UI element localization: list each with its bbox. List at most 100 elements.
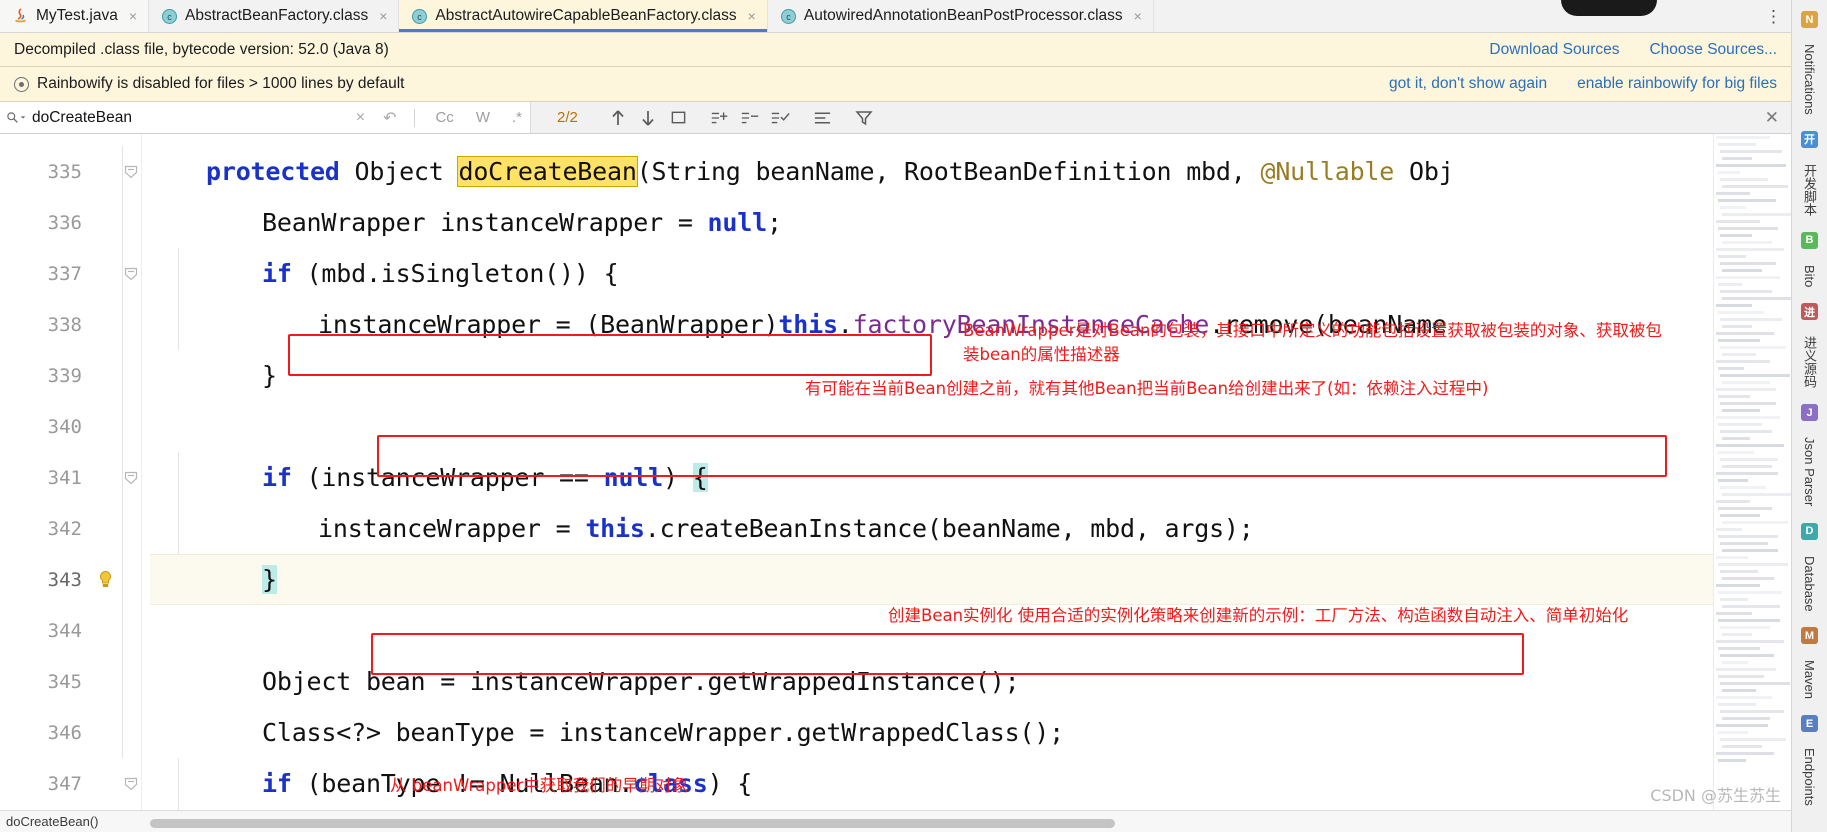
- minimap-line: [1716, 752, 1774, 755]
- code-token: .createBeanInstance(beanName, mbd, args)…: [644, 514, 1254, 543]
- close-tab-icon[interactable]: ×: [129, 9, 137, 23]
- ide-window: MyTest.java × c AbstractBeanFactory.class × c…: [0, 0, 1827, 832]
- breadcrumb[interactable]: doCreateBean(): [6, 814, 99, 829]
- find-input-wrapper[interactable]: doCreateBean × ↶ Cc W .*: [0, 102, 530, 133]
- svg-text:c: c: [786, 12, 791, 22]
- find-toolbar: doCreateBean × ↶ Cc W .* 2/2 ✕: [0, 102, 1791, 134]
- line-number: 342: [47, 517, 82, 540]
- gutter-line[interactable]: 339: [0, 350, 150, 401]
- in-selection-icon[interactable]: [765, 102, 795, 133]
- tab-overflow-menu-icon[interactable]: ⋮: [1765, 7, 1783, 27]
- gutter-line[interactable]: 338: [0, 299, 150, 350]
- minimap-line: [1716, 556, 1748, 559]
- editor-gutter[interactable]: 3353363373383393403413423433443453463473…: [0, 134, 150, 810]
- find-history-icon[interactable]: ↶: [377, 102, 402, 133]
- editor-tab-3[interactable]: c AbstractAutowireCapableBeanFactory.clas…: [399, 0, 768, 32]
- add-occurrence-icon[interactable]: [705, 102, 735, 133]
- close-icon[interactable]: ✕: [1753, 102, 1791, 133]
- gutter-line[interactable]: 347: [0, 758, 150, 809]
- horizontal-scrollbar[interactable]: [150, 819, 1707, 828]
- sidebar-item-label: Bito: [1802, 264, 1817, 288]
- sidebar-item-endpoints[interactable]: E Endpoints: [1801, 708, 1818, 815]
- gutter-line[interactable]: 344: [0, 605, 150, 656]
- choose-sources-link[interactable]: Choose Sources...: [1649, 41, 1777, 59]
- gutter-line[interactable]: 346: [0, 707, 150, 758]
- sidebar-item-notifications[interactable]: N Notifications: [1801, 4, 1818, 124]
- code-line[interactable]: instanceWrapper = this .createBeanInstanc…: [318, 503, 1254, 554]
- gutter-line[interactable]: 336: [0, 197, 150, 248]
- indent-guide: [178, 758, 179, 810]
- sidebar-item-bito[interactable]: B Bito: [1801, 225, 1818, 296]
- download-sources-link[interactable]: Download Sources: [1489, 41, 1619, 59]
- sidebar-item-maven[interactable]: M Maven: [1801, 620, 1818, 708]
- minimap-line: [1716, 164, 1786, 167]
- got-it-link[interactable]: got it, don't show again: [1389, 75, 1547, 93]
- sidebar-item-json-parser[interactable]: J Json Parser: [1801, 397, 1818, 515]
- arrow-down-icon[interactable]: [633, 102, 663, 133]
- find-input[interactable]: doCreateBean: [32, 109, 344, 127]
- regex-option[interactable]: .*: [504, 102, 530, 133]
- minimap-line: [1722, 717, 1770, 720]
- minimap-line: [1716, 668, 1776, 671]
- code-token: Object: [354, 157, 459, 186]
- rainbowify-banner-text: Rainbowify is disabled for files > 1000 …: [37, 75, 405, 92]
- line-number: 347: [47, 772, 82, 795]
- minimap-line: [1722, 437, 1750, 440]
- code-line[interactable]: Object bean = instanceWrapper.getWrapped…: [262, 656, 1020, 707]
- editor-tab-4[interactable]: c AutowiredAnnotationBeanPostProcessor.cl…: [767, 0, 1154, 32]
- code-token: Class<?> beanType = instanceWrapper.getW…: [262, 718, 1064, 747]
- preview-results-icon[interactable]: [807, 102, 837, 133]
- minimap-line: [1718, 367, 1744, 370]
- gutter-line[interactable]: 335: [0, 146, 150, 197]
- gutter-line[interactable]: 343: [0, 554, 150, 605]
- match-count: 2/2: [557, 109, 578, 126]
- close-tab-icon[interactable]: ×: [1134, 9, 1142, 23]
- gutter-line[interactable]: 345: [0, 656, 150, 707]
- line-number: 338: [47, 313, 82, 336]
- select-all-occurrences-icon[interactable]: [663, 102, 693, 133]
- decompiled-notification-banner: Decompiled .class file, bytecode version…: [0, 33, 1791, 67]
- code-line[interactable]: }: [262, 554, 277, 605]
- code-line[interactable]: if (mbd.isSingleton()) {: [262, 248, 619, 299]
- clear-search-icon[interactable]: ×: [350, 102, 371, 133]
- filter-icon[interactable]: [849, 102, 879, 133]
- code-line[interactable]: if (instanceWrapper == null) {: [262, 452, 708, 503]
- screen-notch: [1561, 0, 1657, 16]
- intention-bulb-icon[interactable]: [92, 570, 118, 589]
- gutter-line[interactable]: 340: [0, 401, 150, 452]
- code-line[interactable]: Class<?> beanType = instanceWrapper.getW…: [262, 707, 1064, 758]
- line-number: 340: [47, 415, 82, 438]
- line-number: 343: [47, 568, 82, 591]
- enable-rainbowify-link[interactable]: enable rainbowify for big files: [1577, 75, 1777, 93]
- editor-tab-2[interactable]: c AbstractBeanFactory.class ×: [149, 0, 400, 32]
- gutter-line[interactable]: 341: [0, 452, 150, 503]
- gutter-line[interactable]: 337: [0, 248, 150, 299]
- arrow-up-icon[interactable]: [603, 102, 633, 133]
- sidebar-item-database[interactable]: D Database: [1801, 516, 1818, 621]
- code-content[interactable]: protected Object doCreateBean (String bea…: [150, 134, 1791, 810]
- editor-minimap[interactable]: [1713, 134, 1791, 810]
- minimap-line: [1720, 374, 1790, 377]
- scrollbar-thumb[interactable]: [150, 819, 1116, 828]
- sidebar-item-source[interactable]: 进进义源码: [1800, 296, 1819, 397]
- close-tab-icon[interactable]: ×: [379, 9, 387, 23]
- sidebar-item-dev-scripts[interactable]: 开开发脚本: [1800, 124, 1819, 225]
- editor-tab-1[interactable]: MyTest.java ×: [0, 0, 150, 32]
- match-case-option[interactable]: Cc: [427, 102, 461, 133]
- svg-text:c: c: [167, 12, 172, 22]
- sidebar-item-label: Notifications: [1802, 44, 1817, 115]
- exclude-icon[interactable]: [735, 102, 765, 133]
- gutter-line[interactable]: 342: [0, 503, 150, 554]
- code-line[interactable]: BeanWrapper instanceWrapper = null;: [262, 197, 782, 248]
- minimap-line: [1718, 591, 1782, 594]
- right-tool-sidebar[interactable]: N Notifications 开开发脚本 B Bito 进进义源码 J Json Parse…: [1791, 0, 1827, 832]
- code-editor[interactable]: 3353363373383393403413423433443453463473…: [0, 134, 1791, 810]
- code-line[interactable]: }: [262, 350, 277, 401]
- close-tab-icon[interactable]: ×: [748, 9, 756, 23]
- code-line[interactable]: protected Object doCreateBean (String bea…: [206, 146, 1454, 197]
- code-token: BeanWrapper instanceWrapper =: [262, 208, 708, 237]
- words-option[interactable]: W: [468, 102, 498, 133]
- minimap-line: [1722, 297, 1791, 300]
- minimap-line: [1718, 479, 1748, 482]
- search-icon[interactable]: [6, 110, 26, 125]
